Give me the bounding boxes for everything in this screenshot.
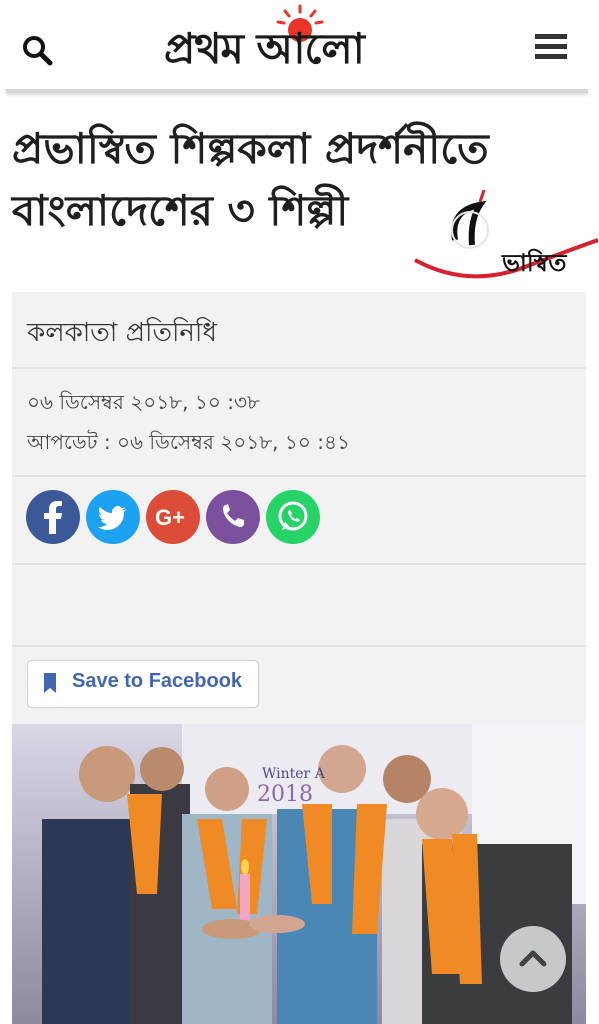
twitter-icon bbox=[98, 506, 126, 530]
search-icon bbox=[23, 36, 53, 66]
photo-banner-year: 2018 bbox=[257, 782, 313, 807]
save-to-facebook-label: Save to Facebook bbox=[72, 670, 243, 692]
meta-divider bbox=[12, 563, 586, 565]
chevron-up-icon bbox=[519, 950, 547, 967]
meta-divider bbox=[12, 645, 586, 647]
site-header: প্রথম আলো bbox=[0, 0, 599, 90]
updated-date: আপডেট : ০৬ ডিসেম্বর ২০১৮, ১০ :৪১ bbox=[27, 430, 350, 454]
share-whatsapp-button[interactable] bbox=[266, 490, 320, 544]
search-button[interactable] bbox=[20, 33, 54, 67]
whatsapp-icon bbox=[278, 501, 308, 531]
save-to-facebook-button[interactable]: Save to Facebook bbox=[27, 660, 259, 708]
svg-text:G+: G+ bbox=[155, 505, 185, 530]
photo-banner-text: Winter A bbox=[262, 766, 325, 782]
meta-divider bbox=[12, 367, 586, 369]
scroll-to-top-button[interactable] bbox=[500, 926, 566, 992]
site-logo[interactable]: প্রথম আলো bbox=[160, 2, 450, 82]
article-title-line-1: প্রভাস্বিত শিল্পকলা প্রদর্শনীতে bbox=[12, 124, 489, 173]
share-facebook-button[interactable] bbox=[26, 490, 80, 544]
facebook-icon bbox=[44, 501, 62, 534]
published-date: ০৬ ডিসেম্বর ২০১৮, ১০ :৩৮ bbox=[27, 390, 260, 414]
google-plus-icon: G+ bbox=[155, 505, 185, 530]
logo-text: প্রথম আলো bbox=[164, 24, 365, 73]
menu-icon bbox=[535, 34, 567, 59]
author-name: কলকাতা প্রতিনিধি bbox=[27, 318, 217, 348]
bookmark-icon bbox=[44, 673, 56, 693]
brand-text: ভাস্বিত bbox=[502, 248, 567, 277]
brand-overlay-logo: ভাস্বিত bbox=[410, 189, 599, 285]
phone-icon bbox=[223, 504, 244, 527]
share-twitter-button[interactable] bbox=[86, 490, 140, 544]
header-divider bbox=[6, 89, 588, 93]
share-viber-button[interactable] bbox=[206, 490, 260, 544]
meta-divider bbox=[12, 475, 586, 477]
menu-button[interactable] bbox=[535, 33, 567, 61]
share-google-plus-button[interactable]: G+ bbox=[146, 490, 200, 544]
